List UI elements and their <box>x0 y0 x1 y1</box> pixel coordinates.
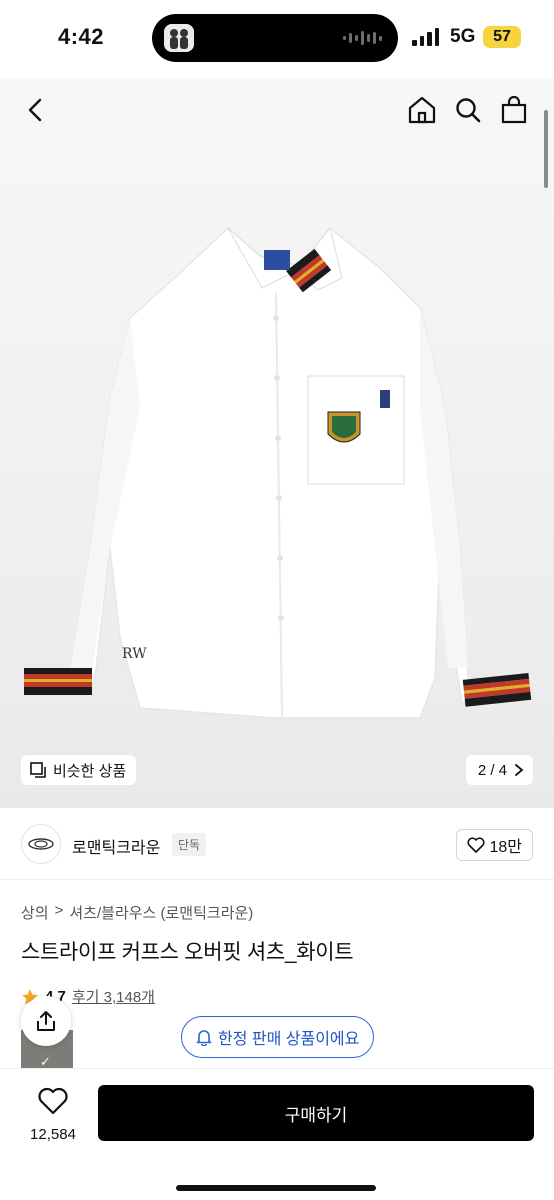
battery-indicator: 57 <box>483 26 521 48</box>
status-bar: 4:42 5G 57 <box>0 0 554 78</box>
top-navigation <box>0 78 554 142</box>
shopping-bag-icon <box>501 95 527 124</box>
cellular-signal-icon <box>412 28 439 46</box>
search-icon <box>456 98 481 123</box>
search-button[interactable] <box>450 92 486 128</box>
breadcrumb-category[interactable]: 상의 <box>21 902 49 923</box>
network-type: 5G <box>450 26 476 47</box>
buy-button[interactable]: 구매하기 <box>98 1085 534 1141</box>
breadcrumb-subcategory[interactable]: 셔츠/블라우스 (로맨틱크라운) <box>69 902 253 923</box>
status-time: 4:42 <box>58 24 105 49</box>
heart-icon <box>38 1087 68 1115</box>
limited-sale-text: 한정 판매 상품이에요 <box>218 1031 360 1048</box>
similar-products-label: 비슷한 상품 <box>53 762 127 780</box>
product-title: 스트라이프 커프스 오버핏 셔츠_화이트 <box>21 941 354 964</box>
similar-products-button[interactable]: 비슷한 상품 <box>21 755 137 785</box>
page-indicator: 2 / 4 <box>477 761 507 779</box>
breadcrumb-separator: > <box>54 902 64 919</box>
chevron-right-icon <box>515 764 524 776</box>
image-pager[interactable]: 2 / 4 <box>465 755 533 785</box>
breadcrumb: 상의 > 셔츠/블라우스 (로맨틱크라운) <box>21 902 253 923</box>
review-link[interactable]: 후기 3,148개 <box>72 986 155 1007</box>
now-playing-artwork <box>164 24 194 52</box>
brand-logo-mark <box>28 838 54 850</box>
home-button[interactable] <box>404 92 440 128</box>
brand-like-button[interactable]: 18만 <box>456 829 533 861</box>
back-button[interactable] <box>18 92 54 128</box>
bottom-action-bar: 12,584 구매하기 <box>0 1068 554 1200</box>
limited-sale-notice[interactable]: 한정 판매 상품이에요 <box>181 1016 375 1058</box>
product-image: RW <box>24 226 532 719</box>
bell-icon <box>196 1029 212 1046</box>
brand-row: 로맨틱크라운 단독 18만 <box>0 808 554 880</box>
share-button[interactable] <box>21 996 71 1046</box>
heart-icon <box>467 837 486 853</box>
svg-text:RW: RW <box>122 646 147 662</box>
wish-button[interactable]: 12,584 <box>22 1087 84 1143</box>
similar-items-icon <box>30 762 46 778</box>
audio-wave-icon <box>343 30 382 46</box>
cart-button[interactable] <box>496 92 532 128</box>
home-icon <box>408 96 436 124</box>
share-icon <box>37 1011 55 1031</box>
exclusive-badge: 단독 <box>172 833 207 856</box>
home-indicator[interactable] <box>176 1185 376 1191</box>
wish-count: 12,584 <box>30 1126 76 1143</box>
product-image-gallery[interactable]: RW <box>0 78 554 808</box>
brand-logo[interactable] <box>21 824 61 864</box>
dynamic-island <box>152 14 398 62</box>
brand-like-count: 18만 <box>489 839 522 856</box>
chevron-left-icon <box>28 98 42 122</box>
brand-name[interactable]: 로맨틱크라운 <box>72 834 160 858</box>
